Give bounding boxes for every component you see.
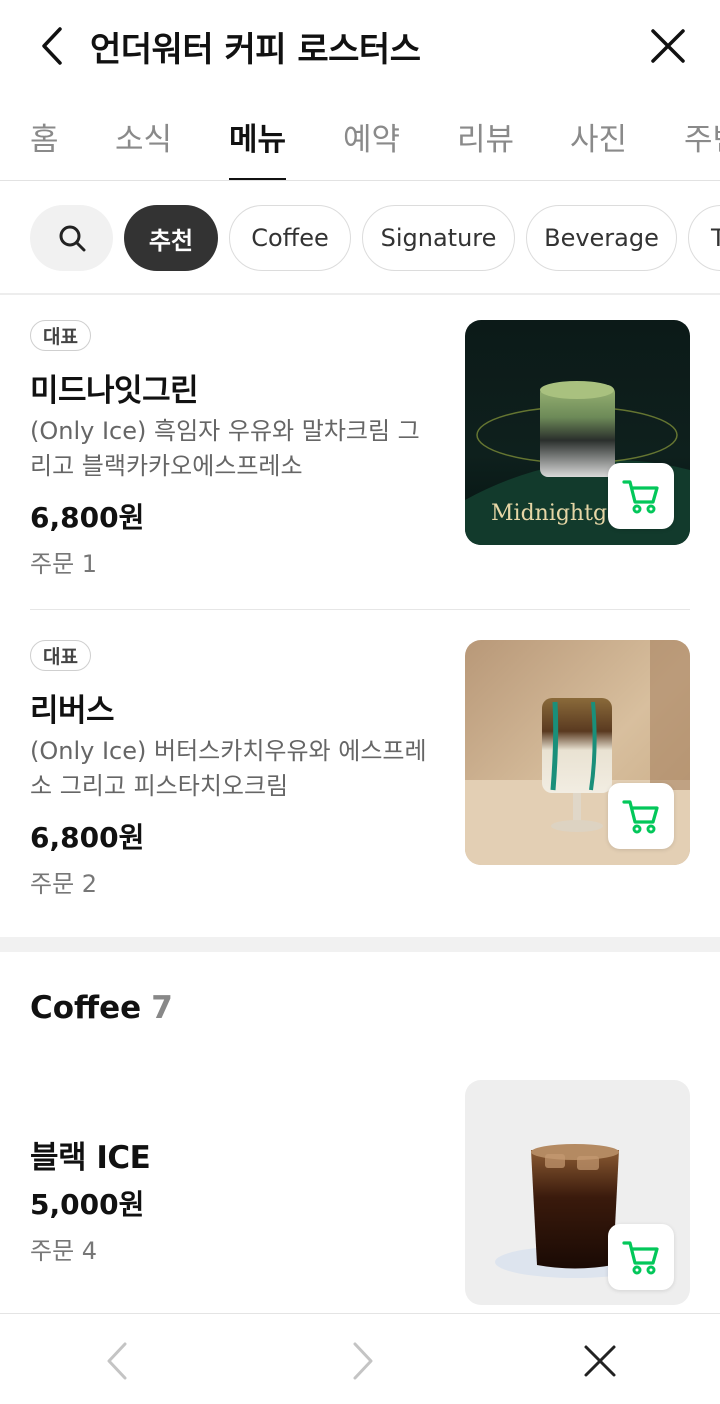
nav-forward-button[interactable] [338, 1336, 388, 1386]
nav-back-button[interactable] [92, 1336, 142, 1386]
menu-item-orders: 주문 1 [30, 550, 98, 578]
menu-item-name: 블랙 ICE [30, 1140, 151, 1176]
menu-item[interactable]: 대표 미드나잇그린 (Only Ice) 흑임자 우유와 말차크림 그리고 블랙… [0, 295, 720, 609]
menu-item-orders: 주문 4 [30, 1237, 98, 1265]
close-icon [584, 1345, 616, 1377]
section-separator [0, 937, 720, 952]
nav-close-button[interactable] [575, 1336, 625, 1386]
section-title: Coffee 7 [30, 990, 173, 1026]
menu-item-name: 미드나잇그린 [30, 373, 199, 409]
chip-coffee[interactable]: Coffee [229, 205, 351, 271]
cart-icon [622, 1241, 659, 1275]
signature-badge: 대표 [30, 640, 91, 671]
header: 언더워터 커피 로스터스 [0, 0, 720, 92]
tab-home[interactable]: 홈 [30, 114, 59, 159]
menu-item-orders: 주문 2 [30, 870, 98, 898]
section-title-text: Coffee [30, 990, 142, 1026]
menu-item[interactable]: 블랙 ICE 5,000원 주문 4 [0, 1080, 720, 1313]
signature-badge: 대표 [30, 320, 91, 351]
cart-icon [622, 800, 659, 834]
chevron-right-icon [353, 1342, 373, 1380]
menu-item[interactable]: 대표 리버스 (Only Ice) 버터스카치우유와 에스프레소 그리고 피스타… [0, 615, 720, 937]
tab-photos[interactable]: 사진 [570, 114, 627, 159]
page-title: 언더워터 커피 로스터스 [90, 30, 421, 70]
add-to-cart-button[interactable] [608, 1224, 674, 1290]
add-to-cart-button[interactable] [608, 783, 674, 849]
close-button[interactable] [646, 24, 690, 68]
menu-item-description: (Only Ice) 흑임자 우유와 말차크림 그리고 블랙카카오에스프레소 [30, 417, 420, 480]
tab-news[interactable]: 소식 [115, 114, 172, 159]
tab-bar: 홈 소식 메뉴 예약 리뷰 사진 주변 [0, 92, 720, 181]
search-icon [59, 225, 85, 252]
menu-search-button[interactable] [30, 205, 113, 271]
menu-item-description: (Only Ice) 버터스카치우유와 에스프레소 그리고 피스타치오크림 [30, 737, 427, 800]
menu-item-price: 5,000원 [30, 1188, 145, 1221]
menu-item-name: 리버스 [30, 693, 115, 729]
chip-beverage[interactable]: Beverage [526, 205, 677, 271]
category-chips: 추천 Coffee Signature Beverage T [0, 181, 720, 295]
menu-item-price: 6,800원 [30, 821, 145, 854]
section-count: 7 [151, 990, 173, 1026]
item-divider [30, 609, 690, 610]
chip-recommended[interactable]: 추천 [124, 205, 218, 271]
tab-review[interactable]: 리뷰 [457, 114, 514, 159]
tab-nearby[interactable]: 주변 [684, 114, 720, 159]
tab-reservation[interactable]: 예약 [343, 114, 400, 159]
chevron-left-icon [42, 27, 62, 65]
cart-icon [622, 480, 659, 514]
chevron-left-icon [107, 1342, 127, 1380]
chip-tea[interactable]: T [688, 205, 720, 271]
chip-signature[interactable]: Signature [362, 205, 515, 271]
back-button[interactable] [30, 24, 74, 68]
menu-item-price: 6,800원 [30, 501, 145, 534]
close-icon [651, 29, 685, 63]
image-caption: Midnightg [491, 501, 607, 526]
bottom-navigation [0, 1313, 720, 1404]
tab-menu[interactable]: 메뉴 [229, 114, 286, 159]
add-to-cart-button[interactable] [608, 463, 674, 529]
